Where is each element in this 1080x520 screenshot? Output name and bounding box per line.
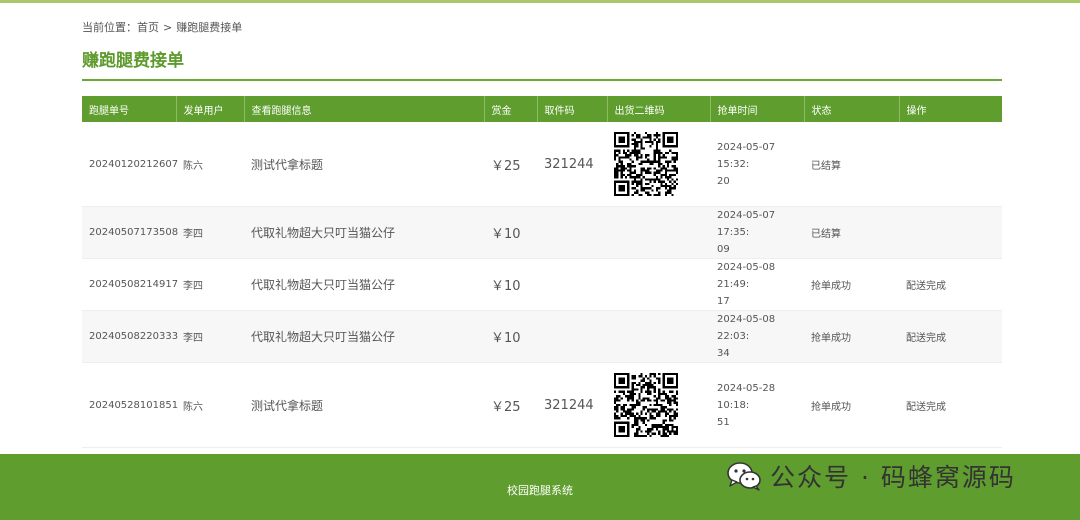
grab-time-line1: 2024-05-28 10:18: — [717, 382, 776, 411]
grab-time-line1: 2024-05-07 15:32: — [717, 141, 776, 170]
table-row: 20240508220333 李四 代取礼物超大只叮当猫公仔 ￥10 2024-… — [82, 310, 1002, 363]
grab-time-line1: 2024-05-08 22:03: — [717, 314, 776, 342]
order-grab-time: 2024-05-28 10:18: 51 — [710, 362, 804, 448]
order-info-link[interactable]: 测试代拿标题 — [244, 122, 484, 207]
order-grab-time: 2024-05-08 21:49: 17 — [710, 258, 804, 311]
order-status: 抢单成功 — [804, 310, 899, 363]
order-qr-cell — [607, 310, 710, 363]
header-reward: 赏金 — [484, 96, 538, 122]
order-status: 抢单成功 — [804, 362, 899, 448]
table-row: 20240507173508 李四 代取礼物超大只叮当猫公仔 ￥10 2024-… — [82, 206, 1002, 259]
wechat-icon — [727, 462, 761, 491]
watermark: 公众号 · 码蜂窝源码 — [726, 459, 1016, 493]
order-reward: ￥10 — [484, 310, 537, 363]
order-grab-time: 2024-05-08 22:03: 34 — [710, 310, 804, 363]
header-qr-code: 出货二维码 — [607, 96, 711, 122]
order-qr-cell — [607, 258, 710, 311]
order-status: 抢单成功 — [804, 258, 899, 311]
header-order-id: 跑腿单号 — [82, 96, 177, 122]
header-user: 发单用户 — [176, 96, 245, 122]
order-action[interactable] — [899, 206, 1002, 259]
breadcrumb-separator: > — [163, 21, 173, 34]
order-pickup-code: 321244 — [537, 362, 607, 448]
header-action: 操作 — [899, 96, 1002, 122]
top-accent-line — [0, 0, 1080, 3]
order-user: 李四 — [176, 310, 244, 363]
breadcrumb: 当前位置：首页 > 赚跑腿费接单 — [82, 19, 242, 35]
order-info-link[interactable]: 代取礼物超大只叮当猫公仔 — [244, 258, 484, 311]
order-info-link[interactable]: 测试代拿标题 — [244, 362, 484, 448]
order-action[interactable]: 配送完成 — [899, 310, 1002, 363]
order-action[interactable]: 配送完成 — [899, 258, 1002, 311]
order-action[interactable]: 配送完成 — [899, 362, 1002, 448]
table-row: 20240120212607 陈六 测试代拿标题 ￥25 321244 2024… — [82, 122, 1002, 207]
order-status: 已结算 — [804, 206, 899, 259]
order-grab-time: 2024-05-07 15:32: 20 — [710, 122, 804, 207]
order-user: 陈六 — [176, 362, 244, 448]
order-id: 20240508214917 — [82, 258, 178, 311]
header-pickup-code: 取件码 — [537, 96, 608, 122]
orders-table: 跑腿单号 发单用户 查看跑腿信息 赏金 取件码 出货二维码 抢单时间 状态 操作… — [82, 96, 1002, 448]
breadcrumb-current: 赚跑腿费接单 — [176, 21, 243, 34]
order-qr-cell — [607, 206, 710, 259]
order-pickup-code: 321244 — [537, 122, 607, 207]
grab-time-line2: 34 — [717, 348, 730, 359]
order-pickup-code — [537, 310, 607, 363]
grab-time-line2: 09 — [717, 244, 730, 255]
qr-code-image — [614, 132, 678, 196]
order-info-link[interactable]: 代取礼物超大只叮当猫公仔 — [244, 206, 484, 259]
order-action[interactable] — [899, 122, 1002, 207]
header-grab-time: 抢单时间 — [710, 96, 805, 122]
order-id: 20240528101851 — [82, 362, 178, 448]
title-divider — [82, 79, 1002, 81]
order-pickup-code — [537, 206, 607, 259]
order-user: 陈六 — [176, 122, 244, 207]
grab-time-line1: 2024-05-08 21:49: — [717, 262, 776, 290]
order-user: 李四 — [176, 258, 244, 311]
order-reward: ￥10 — [484, 206, 537, 259]
grab-time-line2: 20 — [717, 175, 730, 187]
watermark-text: 公众号 · 码蜂窝源码 — [770, 463, 1016, 492]
grab-time-line2: 17 — [717, 296, 730, 307]
header-info: 查看跑腿信息 — [244, 96, 485, 122]
order-status: 已结算 — [804, 122, 899, 207]
header-status: 状态 — [804, 96, 900, 122]
table-header-row: 跑腿单号 发单用户 查看跑腿信息 赏金 取件码 出货二维码 抢单时间 状态 操作 — [82, 96, 1002, 122]
order-reward: ￥25 — [484, 362, 537, 448]
order-pickup-code — [537, 258, 607, 311]
order-reward: ￥10 — [484, 258, 537, 311]
table-row: 20240508214917 李四 代取礼物超大只叮当猫公仔 ￥10 2024-… — [82, 258, 1002, 311]
grab-time-line1: 2024-05-07 17:35: — [717, 210, 776, 238]
order-qr-cell — [607, 362, 710, 448]
breadcrumb-prefix: 当前位置： — [82, 21, 137, 34]
order-id: 20240120212607 — [82, 122, 178, 207]
order-id: 20240508220333 — [82, 310, 178, 363]
order-info-link[interactable]: 代取礼物超大只叮当猫公仔 — [244, 310, 484, 363]
table-row: 20240528101851 陈六 测试代拿标题 ￥25 321244 2024… — [82, 362, 1002, 448]
grab-time-line2: 51 — [717, 416, 730, 428]
order-qr-cell — [607, 122, 710, 207]
order-id: 20240507173508 — [82, 206, 178, 259]
order-grab-time: 2024-05-07 17:35: 09 — [710, 206, 804, 259]
order-user: 李四 — [176, 206, 244, 259]
page-title: 赚跑腿费接单 — [82, 51, 184, 71]
qr-code-image — [614, 373, 678, 437]
breadcrumb-home-link[interactable]: 首页 — [137, 19, 159, 35]
order-reward: ￥25 — [484, 122, 537, 207]
